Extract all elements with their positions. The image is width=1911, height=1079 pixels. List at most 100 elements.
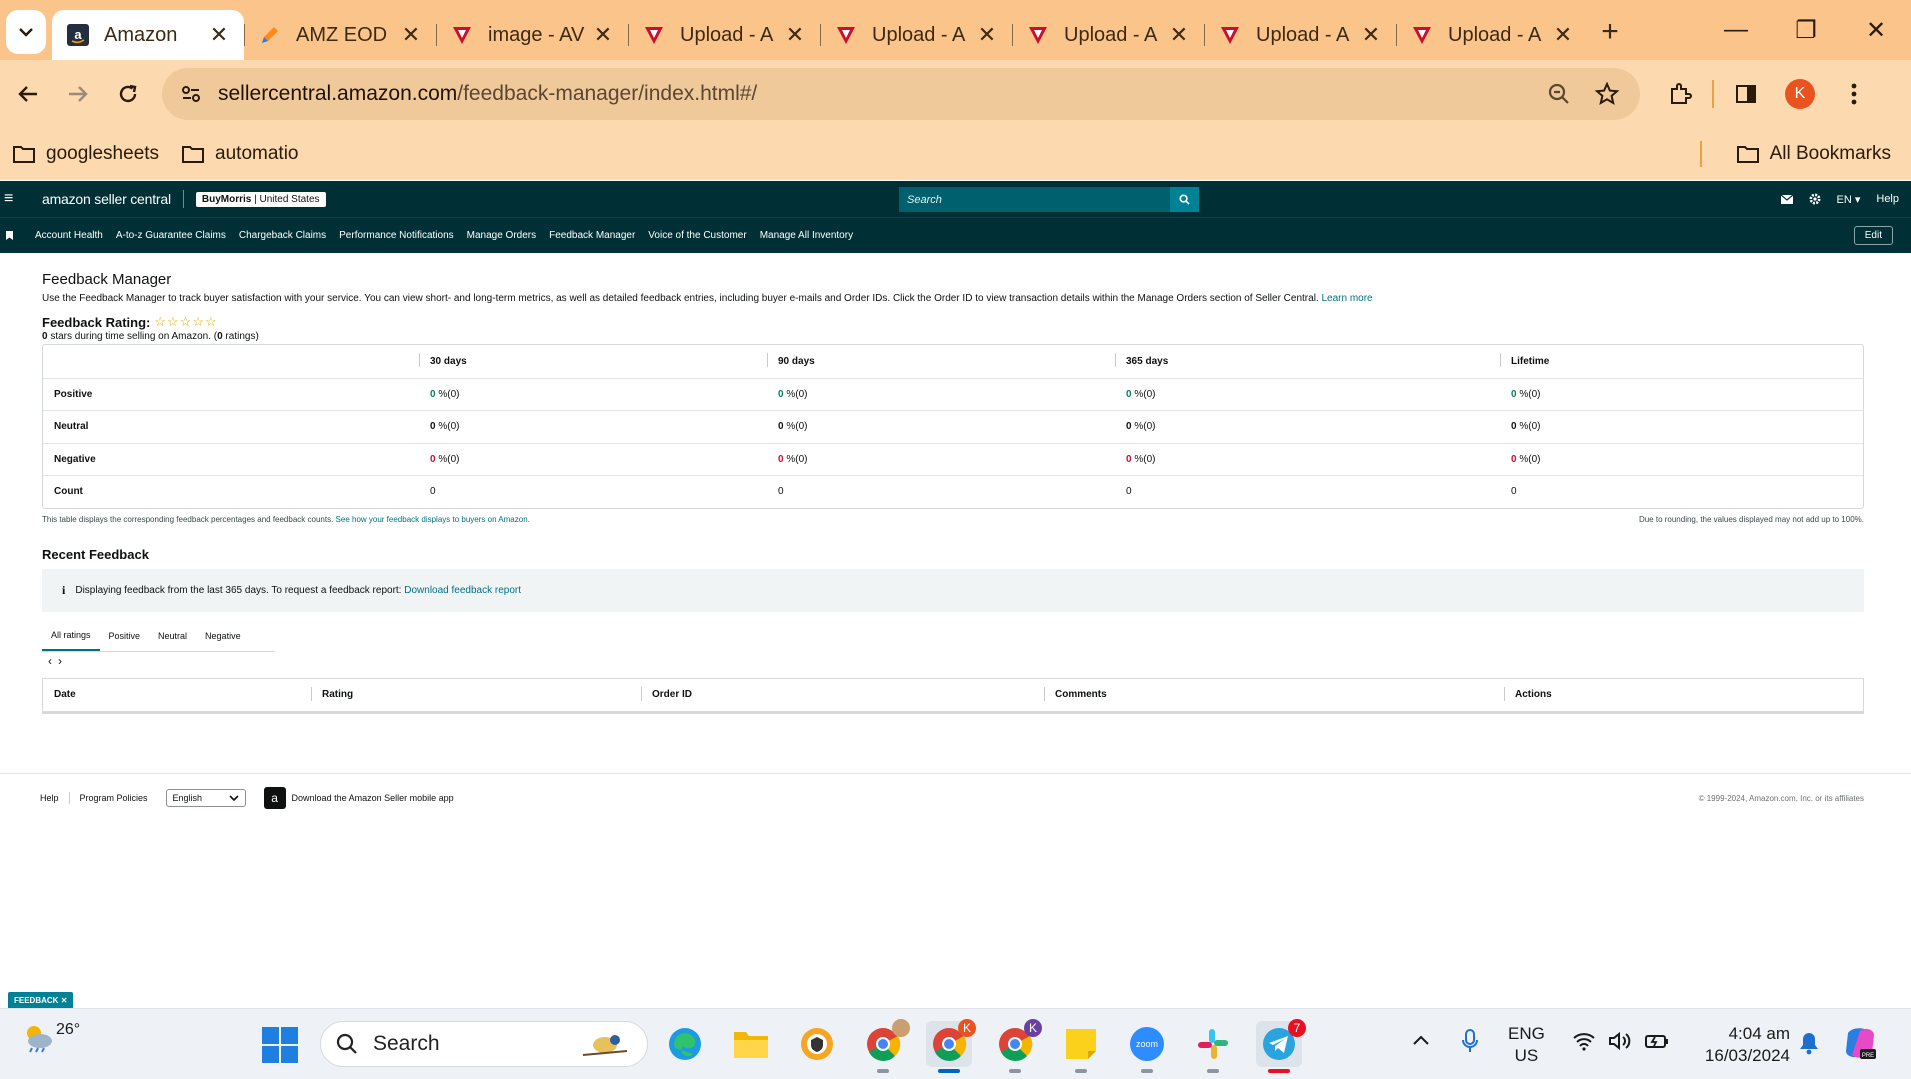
mail-icon[interactable]: [1780, 194, 1793, 204]
browser-tab[interactable]: a Amazon ✕: [52, 10, 244, 60]
taskbar-chrome-profile-2[interactable]: K: [926, 1019, 976, 1073]
column-header-comments: Comments: [1044, 687, 1504, 701]
close-tab-icon[interactable]: ✕: [976, 22, 998, 48]
zoom-button[interactable]: [1544, 79, 1574, 109]
taskbar-search[interactable]: Search: [320, 1021, 648, 1067]
close-tab-icon[interactable]: ✕: [1552, 22, 1574, 48]
nav-item-feedback-manager[interactable]: Feedback Manager: [549, 230, 635, 241]
browser-tab[interactable]: image - AV ✕: [436, 10, 628, 60]
new-tab-button[interactable]: +: [1588, 10, 1632, 54]
forward-button[interactable]: [56, 72, 100, 116]
taskbar-sticky-notes[interactable]: [1058, 1021, 1104, 1073]
browser-tab[interactable]: Upload - A ✕: [1204, 10, 1396, 60]
column-header: 90 days: [767, 352, 1115, 367]
bookmark-star-button[interactable]: [1592, 79, 1622, 109]
taskbar-chrome-profile-1[interactable]: [860, 1019, 910, 1073]
seller-central-logo[interactable]: amazon seller central: [42, 191, 171, 207]
side-panel-button[interactable]: [1724, 72, 1768, 116]
table-cell: 0: [1115, 486, 1500, 497]
search-input[interactable]: [899, 187, 1170, 212]
taskbar-file-explorer[interactable]: [728, 1021, 774, 1067]
nav-item-voice-of-the-customer[interactable]: Voice of the Customer: [648, 230, 746, 241]
footer-language-select[interactable]: English: [165, 789, 246, 807]
table-cell: 0: [419, 486, 767, 497]
help-link[interactable]: Help: [1876, 193, 1899, 205]
column-header-rating[interactable]: Rating: [311, 687, 641, 701]
next-page-button[interactable]: ›: [58, 654, 68, 668]
address-bar[interactable]: sellercentral.amazon.com/feedback-manage…: [162, 68, 1640, 120]
table-cell: 0 %(0): [1500, 421, 1863, 432]
nav-item-manage-orders[interactable]: Manage Orders: [467, 230, 536, 241]
close-tab-icon[interactable]: ✕: [208, 22, 230, 48]
browser-tab[interactable]: Upload - A ✕: [1396, 10, 1588, 60]
bookmark-icon[interactable]: [6, 231, 13, 240]
close-tab-icon[interactable]: ✕: [592, 22, 614, 48]
bookmark-folder-googlesheets[interactable]: googlesheets: [12, 143, 159, 165]
bookmark-folder-automatio[interactable]: automatio: [181, 143, 299, 165]
tab-search-button[interactable]: [6, 10, 46, 54]
system-tray[interactable]: [1572, 1031, 1670, 1051]
minimize-button[interactable]: —: [1701, 0, 1771, 60]
hamburger-menu-icon[interactable]: ≡: [4, 190, 24, 208]
back-button[interactable]: [6, 72, 50, 116]
close-icon[interactable]: ✕: [61, 996, 68, 1005]
browser-tab[interactable]: Upload - A ✕: [1012, 10, 1204, 60]
notifications-button[interactable]: [1798, 1031, 1820, 1060]
weather-widget[interactable]: 26°: [20, 1021, 80, 1053]
language-selector[interactable]: EN ▾: [1837, 193, 1861, 206]
tab-neutral[interactable]: Neutral: [149, 621, 196, 651]
close-tab-icon[interactable]: ✕: [784, 22, 806, 48]
nav-item-chargeback-claims[interactable]: Chargeback Claims: [239, 230, 326, 241]
edit-nav-button[interactable]: Edit: [1853, 226, 1893, 245]
column-header-date[interactable]: Date: [43, 689, 311, 700]
feedback-widget-button[interactable]: FEEDBACK ✕: [8, 992, 74, 1008]
search-button[interactable]: [1170, 187, 1199, 212]
nav-item-performance-notifications[interactable]: Performance Notifications: [339, 230, 454, 241]
store-selector[interactable]: BuyMorris | United States: [195, 191, 326, 207]
profile-button[interactable]: K: [1778, 72, 1822, 116]
start-button[interactable]: [262, 1027, 298, 1068]
table-cell: 0 %(0): [419, 454, 767, 465]
taskbar-zoom[interactable]: zoom: [1124, 1021, 1170, 1073]
show-hidden-icons-button[interactable]: [1412, 1033, 1430, 1051]
site-info-icon[interactable]: [180, 83, 202, 105]
restore-button[interactable]: ❐: [1771, 0, 1841, 60]
footer-help-link[interactable]: Help: [40, 793, 59, 803]
browser-menu-button[interactable]: [1832, 72, 1876, 116]
tab-all-ratings[interactable]: All ratings: [42, 621, 100, 651]
bird-illustration-icon: [582, 1035, 628, 1056]
learn-more-link[interactable]: Learn more: [1321, 293, 1372, 304]
browser-tab[interactable]: Upload - A ✕: [628, 10, 820, 60]
browser-tab[interactable]: Upload - A ✕: [820, 10, 1012, 60]
input-language[interactable]: ENG US: [1508, 1023, 1545, 1067]
copilot-button[interactable]: PRE: [1842, 1025, 1878, 1066]
clock[interactable]: 4:04 am 16/03/2024: [1692, 1023, 1790, 1067]
close-tab-icon[interactable]: ✕: [400, 22, 422, 48]
close-window-button[interactable]: ✕: [1841, 0, 1911, 60]
download-app-link[interactable]: Download the Amazon Seller mobile app: [292, 793, 454, 803]
close-tab-icon[interactable]: ✕: [1168, 22, 1190, 48]
microphone-button[interactable]: [1462, 1029, 1478, 1058]
browser-tab[interactable]: AMZ EOD ✕: [244, 10, 436, 60]
column-header-order-id[interactable]: Order ID: [641, 687, 1044, 701]
tab-negative[interactable]: Negative: [196, 621, 250, 651]
reload-button[interactable]: [106, 72, 150, 116]
taskbar-chrome-profile-3[interactable]: K: [992, 1019, 1042, 1073]
nav-item-manage-all-inventory[interactable]: Manage All Inventory: [760, 230, 853, 241]
taskbar-telegram[interactable]: 7: [1256, 1019, 1306, 1073]
prev-page-button[interactable]: ‹: [48, 654, 58, 668]
nav-item-account-health[interactable]: Account Health: [35, 230, 103, 241]
download-report-link[interactable]: Download feedback report: [404, 585, 521, 596]
extensions-button[interactable]: [1658, 72, 1702, 116]
app-logo-icon: [642, 23, 666, 47]
tab-positive[interactable]: Positive: [100, 621, 150, 651]
all-bookmarks-button[interactable]: All Bookmarks: [1736, 143, 1891, 165]
taskbar-slack[interactable]: [1190, 1021, 1236, 1073]
feedback-display-link[interactable]: See how your feedback displays to buyers…: [336, 515, 530, 524]
taskbar-edge[interactable]: [662, 1021, 708, 1067]
close-tab-icon[interactable]: ✕: [1360, 22, 1382, 48]
gear-icon[interactable]: [1809, 193, 1821, 205]
nav-item-a-to-z-guarantee-claims[interactable]: A-to-z Guarantee Claims: [116, 230, 226, 241]
taskbar-vpn[interactable]: [794, 1021, 840, 1067]
program-policies-link[interactable]: Program Policies: [80, 793, 148, 803]
